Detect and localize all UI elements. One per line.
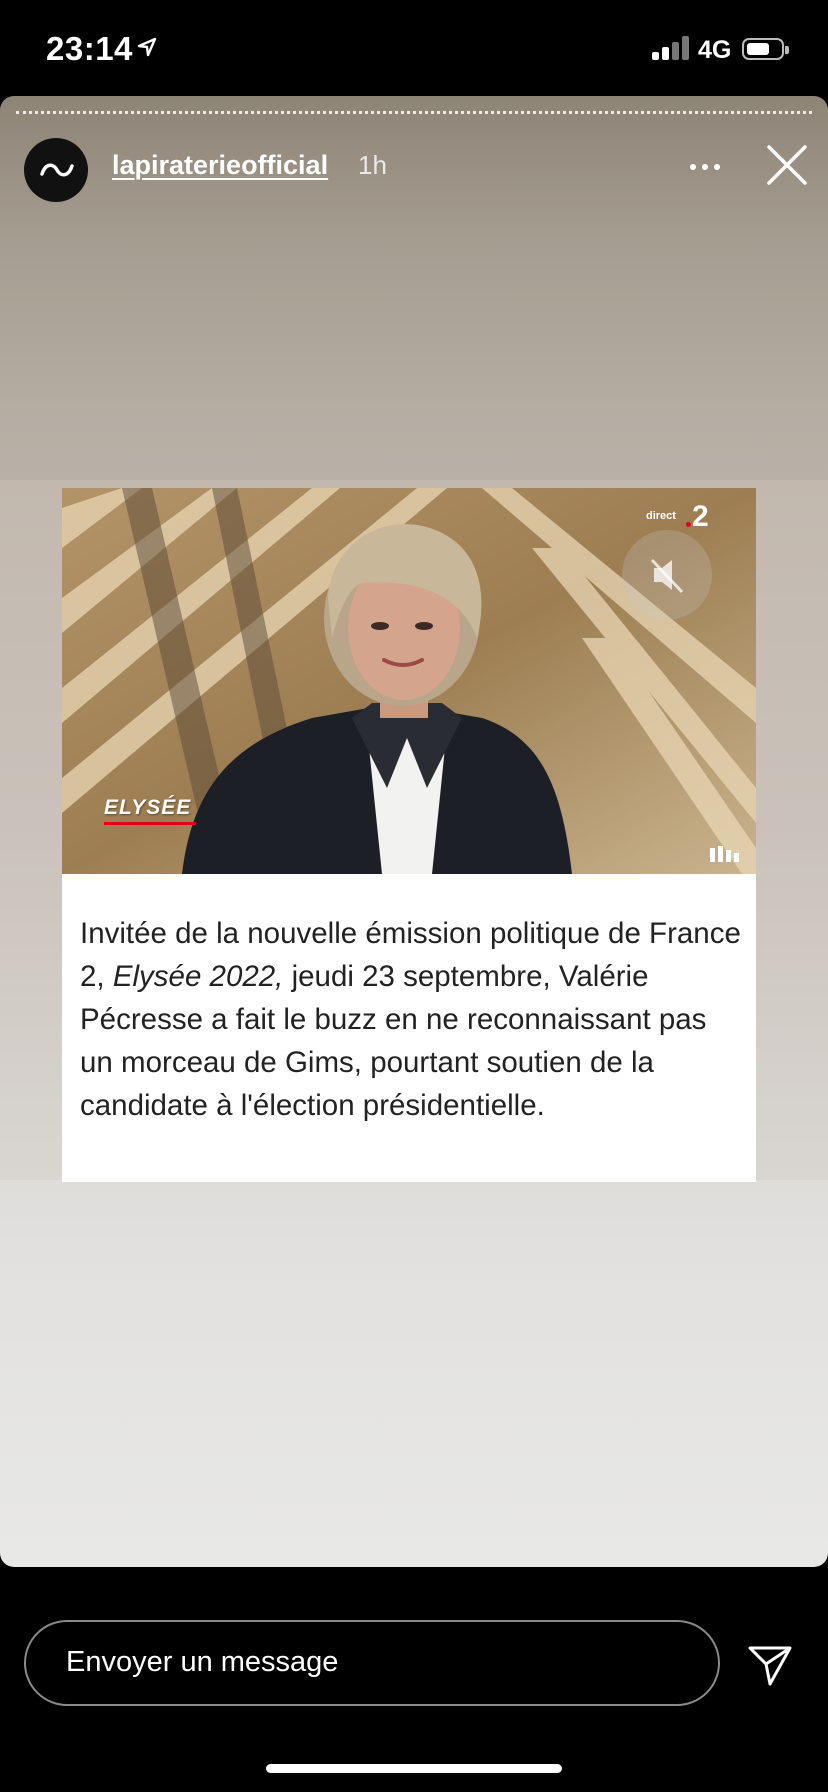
post-photo: direct 2 ELYSÉE: [62, 488, 756, 874]
screen: 23:14 4G lapiraterieofficial 1h direct 2…: [0, 0, 828, 1792]
show-logo-label: ELYSÉE: [104, 796, 192, 819]
network-type: 4G: [698, 36, 732, 64]
story-viewer[interactable]: lapiraterieofficial 1h direct 2 ELYSÉE I…: [0, 96, 828, 1567]
status-bar: 23:14 4G: [0, 0, 828, 96]
post-caption: Invitée de la nouvelle émission politiqu…: [80, 912, 744, 1127]
story-progress-bar: [16, 111, 812, 114]
more-dots-icon[interactable]: [688, 146, 728, 186]
story-username[interactable]: lapiraterieofficial: [112, 150, 328, 181]
story-time: 1h: [358, 150, 387, 180]
caption-show-title: Elysée 2022,: [112, 960, 284, 993]
home-indicator[interactable]: [266, 1764, 562, 1773]
channel-red-dot: [686, 522, 691, 527]
channel-number: 2: [692, 500, 709, 533]
send-paper-plane-icon[interactable]: [746, 1640, 794, 1688]
status-time: 23:14: [46, 30, 133, 67]
message-input-placeholder: Envoyer un message: [66, 1646, 339, 1678]
channel-direct-label: direct: [646, 510, 676, 522]
post-card[interactable]: direct 2 ELYSÉE Invitée de la nouvelle é…: [62, 488, 756, 1182]
close-icon[interactable]: [764, 142, 810, 188]
location-arrow-icon: [137, 37, 157, 57]
cellular-signal-icon: [652, 36, 692, 60]
avatar[interactable]: [24, 138, 88, 202]
muted-speaker-icon[interactable]: [622, 530, 712, 620]
tilde-logo-icon: [40, 163, 74, 177]
show-logo-underline: [104, 822, 196, 825]
story-header: lapiraterieofficial 1h: [0, 130, 828, 206]
sound-bars-icon: [710, 846, 744, 862]
message-input[interactable]: Envoyer un message: [24, 1620, 720, 1706]
battery-icon: [742, 38, 789, 60]
